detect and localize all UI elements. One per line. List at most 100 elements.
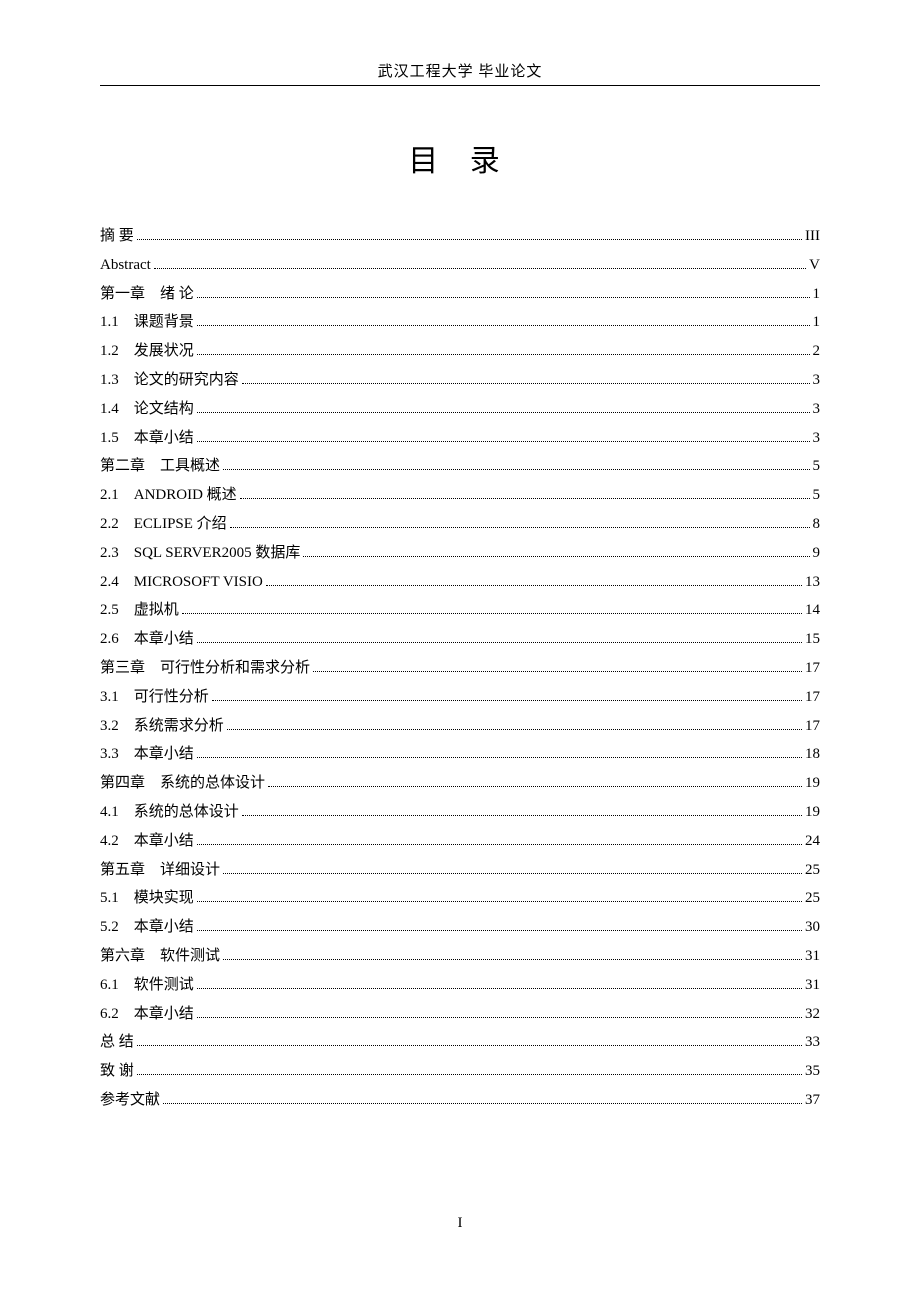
toc-leader-dots [266,585,802,586]
toc-entry-page: 32 [805,1000,820,1029]
toc-entry-page: 25 [805,884,820,913]
toc-entry-page: 25 [805,856,820,885]
toc-leader-dots [137,1074,802,1075]
toc-entry-page: 15 [805,625,820,654]
toc-entry-label: 参考文献 [100,1086,160,1115]
toc-entry-label: 2.5 虚拟机 [100,596,179,625]
toc-entry-label: 2.6 本章小结 [100,625,194,654]
toc-entry-page: 5 [813,452,821,481]
toc-leader-dots [163,1103,802,1104]
toc-leader-dots [223,873,802,874]
toc-leader-dots [197,412,810,413]
toc-leader-dots [182,613,802,614]
toc-entry-page: 31 [805,971,820,1000]
toc-entry-label: 4.1 系统的总体设计 [100,798,239,827]
toc-entry: 3.2 系统需求分析17 [100,712,820,741]
toc-leader-dots [240,498,810,499]
toc-entry: 1.4 论文结构 3 [100,395,820,424]
toc-entry-page: 2 [813,337,821,366]
header-university: 武汉工程大学 [378,64,474,80]
toc-leader-dots [197,1017,802,1018]
toc-entry-page: 24 [805,827,820,856]
toc-entry-label: 2.2 ECLIPSE 介绍 [100,510,227,539]
toc-entry-label: 第一章 绪 论 [100,280,194,309]
toc-entry: 2.1 ANDROID 概述 5 [100,481,820,510]
toc-entry-label: 第四章 系统的总体设计 [100,769,265,798]
toc-entry-label: 总 结 [100,1028,134,1057]
toc-entry-label: 1.3 论文的研究内容 [100,366,239,395]
toc-leader-dots [242,815,802,816]
toc-entry: AbstractV [100,251,820,280]
toc-entry-label: 6.2 本章小结 [100,1000,194,1029]
toc-entry: 参考文献 37 [100,1086,820,1115]
toc-entry-page: 1 [813,280,821,309]
toc-entry: 第一章 绪 论 1 [100,280,820,309]
toc-entry-label: 6.1 软件测试 [100,971,194,1000]
toc-leader-dots [242,383,810,384]
toc-entry-page: 5 [813,481,821,510]
toc-entry-label: 5.2 本章小结 [100,913,194,942]
toc-entry: 第二章 工具概述 5 [100,452,820,481]
toc-entry-page: 30 [805,913,820,942]
toc-entry-label: 第三章 可行性分析和需求分析 [100,654,310,683]
toc-entry-page: 35 [805,1057,820,1086]
toc-leader-dots [137,239,802,240]
toc-leader-dots [197,901,802,902]
toc-entry: 4.2 本章小结24 [100,827,820,856]
toc-entry-label: 致 谢 [100,1057,134,1086]
page-number: I [0,1215,920,1232]
toc-entry-page: 3 [813,424,821,453]
toc-leader-dots [197,988,802,989]
toc-entry-label: 2.3 SQL SERVER2005 数据库 [100,539,300,568]
toc-leader-dots [223,959,802,960]
toc-entry: 3.3 本章小结18 [100,740,820,769]
toc-entry: 2.4 MICROSOFT VISIO13 [100,568,820,597]
toc-leader-dots [197,844,802,845]
toc-title: 目 录 [100,136,820,180]
toc-leader-dots [212,700,802,701]
toc-list: 摘 要 IIIAbstractV第一章 绪 论 11.1 课题背景11.2 发展状况… [100,222,820,1115]
toc-leader-dots [268,786,802,787]
toc-entry-label: 1.5 本章小结 [100,424,194,453]
toc-leader-dots [197,642,802,643]
toc-leader-dots [313,671,802,672]
toc-leader-dots [197,297,810,298]
toc-entry-label: Abstract [100,251,151,280]
toc-entry-page: 37 [805,1086,820,1115]
toc-entry-label: 摘 要 [100,222,134,251]
toc-entry: 2.5 虚拟机 14 [100,596,820,625]
toc-entry: 1.1 课题背景1 [100,308,820,337]
toc-entry-label: 2.1 ANDROID 概述 [100,481,237,510]
toc-entry-page: 3 [813,395,821,424]
toc-leader-dots [137,1045,802,1046]
toc-entry: 3.1 可行性分析17 [100,683,820,712]
toc-entry-page: 19 [805,798,820,827]
toc-entry-label: 第六章 软件测试 [100,942,220,971]
toc-entry: 第四章 系统的总体设计 19 [100,769,820,798]
toc-entry: 第六章 软件测试 31 [100,942,820,971]
toc-entry-page: 3 [813,366,821,395]
toc-entry-label: 第二章 工具概述 [100,452,220,481]
toc-entry-page: 14 [805,596,820,625]
toc-entry-page: 17 [805,712,820,741]
toc-entry-label: 5.1 模块实现 [100,884,194,913]
toc-entry-label: 2.4 MICROSOFT VISIO [100,568,263,597]
toc-entry: 5.2 本章小结 30 [100,913,820,942]
header-rule [100,85,820,86]
toc-entry: 4.1 系统的总体设计 19 [100,798,820,827]
toc-entry: 6.2 本章小结 32 [100,1000,820,1029]
toc-leader-dots [154,268,806,269]
toc-entry-label: 1.2 发展状况 [100,337,194,366]
toc-entry: 摘 要 III [100,222,820,251]
toc-entry-label: 3.3 本章小结 [100,740,194,769]
toc-entry: 1.2 发展状况 2 [100,337,820,366]
toc-entry: 致 谢 35 [100,1057,820,1086]
toc-entry-label: 1.4 论文结构 [100,395,194,424]
toc-entry: 1.3 论文的研究内容 3 [100,366,820,395]
toc-entry-label: 3.1 可行性分析 [100,683,209,712]
toc-entry-page: 31 [805,942,820,971]
toc-entry-page: 19 [805,769,820,798]
toc-entry-page: 8 [813,510,821,539]
toc-entry-page: 17 [805,654,820,683]
toc-entry-page: III [805,222,820,251]
